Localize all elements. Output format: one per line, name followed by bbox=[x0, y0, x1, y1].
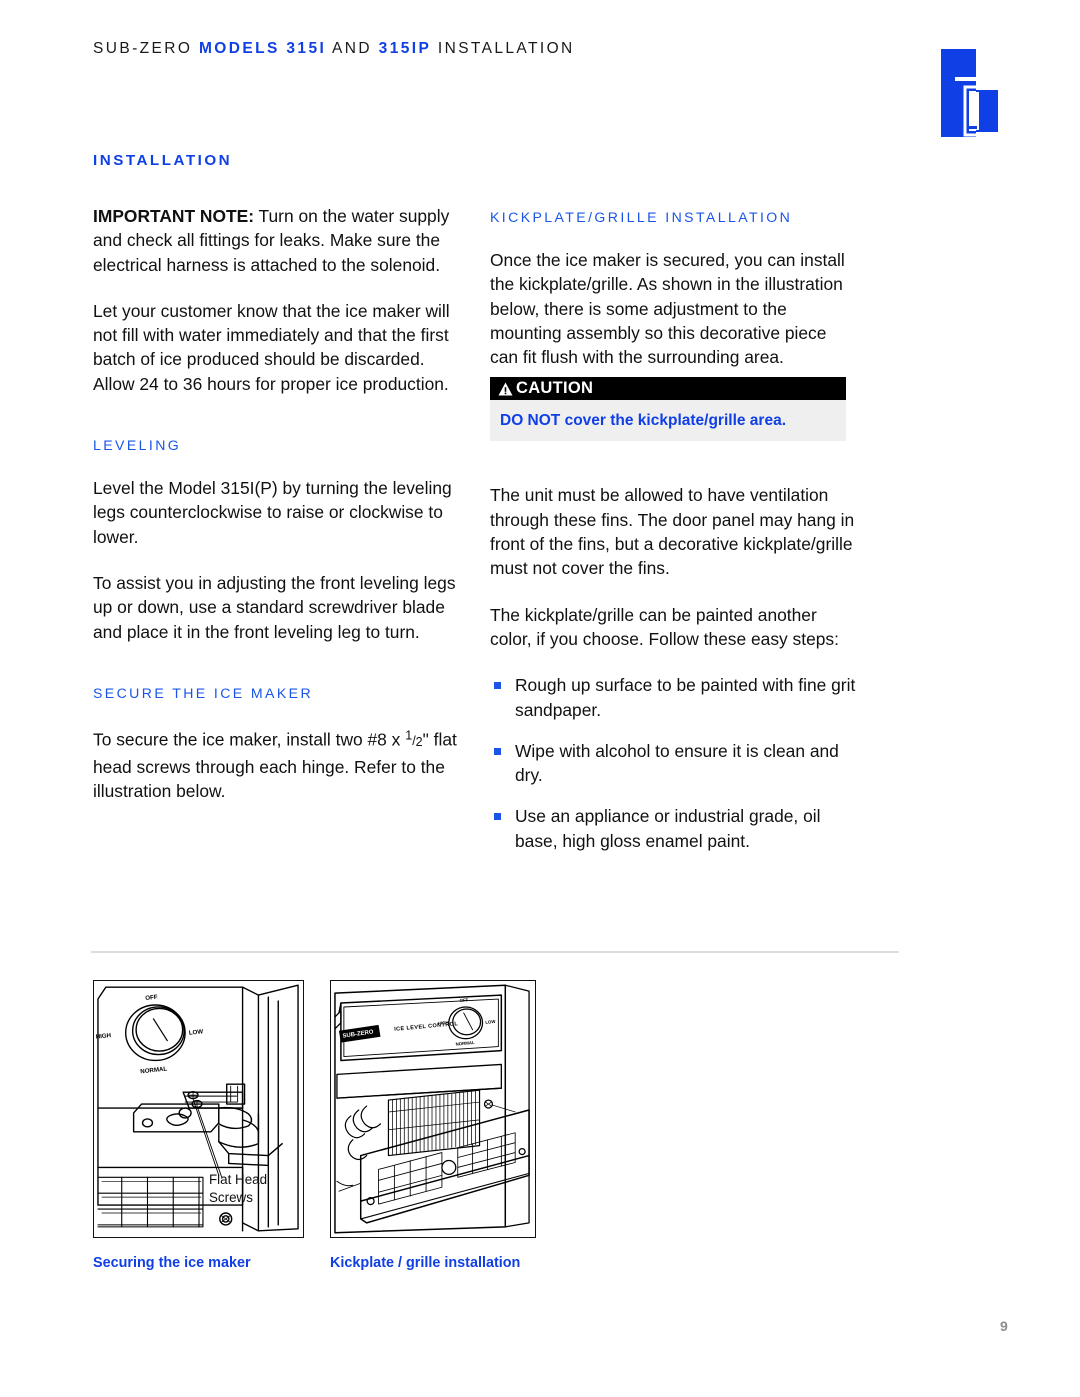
painting-steps-list: Rough up surface to be painted with fine… bbox=[490, 673, 858, 853]
important-note-paragraph: IMPORTANT NOTE: Turn on the water supply… bbox=[93, 204, 461, 277]
running-header-prefix: SUB-ZERO bbox=[93, 40, 199, 57]
leveling-heading: LEVELING bbox=[93, 437, 182, 454]
dial-label-high: HIGH bbox=[95, 1032, 112, 1041]
caption-kickplate-grille-installation: Kickplate / grille installation bbox=[330, 1255, 521, 1271]
dial-label-high: HIGH bbox=[438, 1020, 449, 1026]
leveling-paragraph-1: Level the Model 315I(P) by turning the l… bbox=[93, 478, 452, 547]
caution-body: DO NOT cover the kickplate/grille area. bbox=[490, 400, 846, 441]
dial-label-low: LOW bbox=[485, 1019, 496, 1025]
figure-section-divider bbox=[91, 951, 899, 953]
caution-header-bar: CAUTION bbox=[490, 377, 846, 400]
caption-securing-the-ice-maker: Securing the ice maker bbox=[93, 1255, 251, 1271]
running-header-models: MODELS 315I bbox=[199, 40, 327, 57]
sub-zero-logo bbox=[941, 49, 1019, 137]
list-item-label: Rough up surface to be painted with fine… bbox=[515, 675, 856, 720]
dial-label-off: OFF bbox=[459, 997, 468, 1003]
square-bullet-icon bbox=[494, 813, 501, 821]
running-header: SUB-ZERO MODELS 315I AND 315IP INSTALLAT… bbox=[93, 40, 575, 58]
secure-ice-maker-paragraph: To secure the ice maker, install two #8 … bbox=[93, 724, 461, 804]
dial-label-low: LOW bbox=[189, 1028, 204, 1036]
fraction-one-half: 1/2 bbox=[405, 728, 423, 750]
ice-production-paragraph: Let your customer know that the ice make… bbox=[93, 300, 450, 394]
painting-intro-paragraph: The kickplate/grille can be painted anot… bbox=[490, 604, 839, 649]
list-item: Wipe with alcohol to ensure it is clean … bbox=[490, 739, 858, 788]
kickplate-grille-heading: KICKPLATE/GRILLE INSTALLATION bbox=[490, 209, 793, 225]
list-item-label: Use an appliance or industrial grade, oi… bbox=[515, 806, 821, 851]
flat-head-screws-callout-label: Flat Head Screws bbox=[209, 1172, 268, 1205]
dial-label-normal: NORMAL bbox=[140, 1066, 168, 1076]
dial-label-off: OFF bbox=[145, 994, 158, 1002]
flat-head-screws-callout: Flat Head Screws bbox=[209, 1171, 303, 1207]
dial-label-normal: NORMAL bbox=[455, 1040, 475, 1047]
caution-callout: CAUTION DO NOT cover the kickplate/grill… bbox=[490, 377, 846, 441]
running-header-and: AND bbox=[326, 40, 379, 57]
fraction-numerator: 1 bbox=[405, 728, 413, 743]
caution-message: DO NOT cover the kickplate/grille area. bbox=[500, 411, 787, 429]
square-bullet-icon bbox=[494, 682, 501, 690]
figure-securing-the-ice-maker: OFF LOW NORMAL HIGH Flat Head Screws bbox=[93, 980, 304, 1238]
list-item: Use an appliance or industrial grade, oi… bbox=[490, 804, 858, 853]
page-title: INSTALLATION bbox=[93, 152, 233, 169]
fraction-denominator: 2 bbox=[415, 735, 423, 750]
running-header-model-2: 315IP bbox=[378, 40, 432, 57]
figure-kickplate-grille-installation: SUB-ZERO ICE LEVEL CONTROL OFF LOW NORMA… bbox=[330, 980, 536, 1238]
caution-label: CAUTION bbox=[516, 379, 594, 397]
running-header-suffix: INSTALLATION bbox=[431, 40, 575, 57]
left-text-column: INSTALLATION IMPORTANT NOTE: Turn on the… bbox=[93, 152, 461, 803]
important-note-label: IMPORTANT NOTE: bbox=[93, 206, 255, 226]
list-item: Rough up surface to be painted with fine… bbox=[490, 673, 858, 722]
kickplate-intro-paragraph: Once the ice maker is secured, you can i… bbox=[490, 250, 845, 368]
warning-triangle-icon bbox=[498, 382, 513, 396]
leveling-paragraph-2: To assist you in adjusting the front lev… bbox=[93, 572, 456, 642]
square-bullet-icon bbox=[494, 747, 501, 755]
list-item-label: Wipe with alcohol to ensure it is clean … bbox=[515, 740, 839, 786]
ventilation-paragraph: The unit must be allowed to have ventila… bbox=[490, 485, 855, 579]
right-text-column: KICKPLATE/GRILLE INSTALLATION Once the i… bbox=[490, 208, 858, 853]
secure-text-part-1: To secure the ice maker, install two #8 … bbox=[93, 729, 406, 750]
secure-ice-maker-heading: SECURE THE ICE MAKER bbox=[93, 684, 314, 701]
page-number: 9 bbox=[1000, 1318, 1008, 1334]
